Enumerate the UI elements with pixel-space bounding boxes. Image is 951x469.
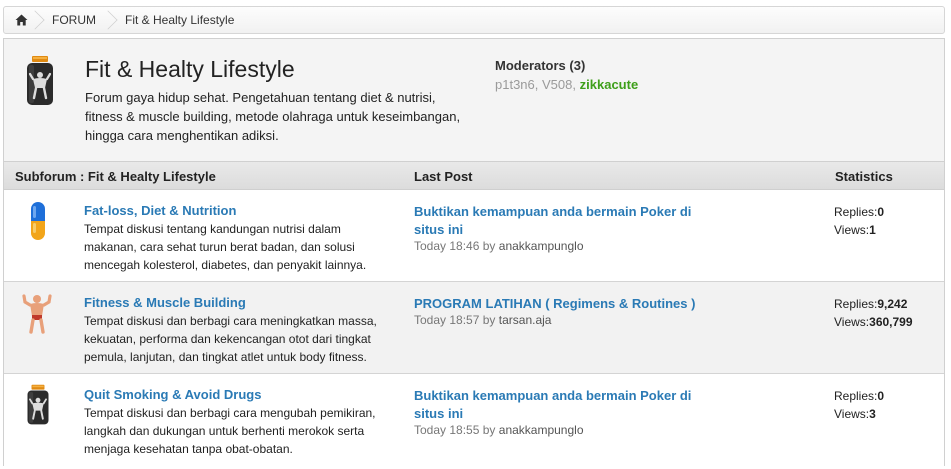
subforum-link[interactable]: Quit Smoking & Avoid Drugs [84, 387, 261, 402]
subforum-description: Tempat diskusi dan berbagi cara meningka… [84, 314, 377, 364]
bodybuilder-jar-icon [27, 56, 53, 105]
bodybuilder-jar-icon [27, 384, 49, 425]
replies-stat: Replies:0 [834, 387, 884, 405]
replies-count: 9,242 [877, 297, 908, 311]
views-count: 3 [869, 407, 876, 421]
table-row: Fat-loss, Diet & Nutrition Tempat diskus… [4, 190, 944, 282]
last-post-by: by [482, 239, 496, 253]
last-post-user[interactable]: anakkampunglo [499, 423, 584, 437]
moderator-link[interactable]: V508 [542, 77, 572, 92]
views-label: Views: [834, 223, 870, 237]
replies-count: 0 [877, 389, 885, 403]
last-post-meta: Today 18:55 by anakkampunglo [414, 423, 584, 437]
replies-stat: Replies:9,242 [834, 295, 913, 313]
column-header-last-post: Last Post [414, 169, 473, 184]
last-post-by: by [482, 423, 496, 437]
moderator-link[interactable]: p1t3n6 [495, 77, 535, 92]
column-header-subforum: Subforum : Fit & Healty Lifestyle [15, 169, 216, 184]
last-post-time: Today 18:57 [414, 313, 480, 327]
subforum-statistics: Replies:0 Views:3 [834, 387, 884, 423]
moderator-separator: , [534, 77, 539, 92]
views-stat: Views:3 [834, 405, 884, 423]
table-row: Fitness & Muscle Building Tempat diskusi… [4, 282, 944, 374]
last-post-link[interactable]: PROGRAM LATIHAN ( Regimens & Routines ) [414, 295, 714, 313]
forum-description: Forum gaya hidup sehat. Pengetahuan tent… [85, 90, 461, 143]
column-header-statistics: Statistics [835, 169, 893, 184]
replies-count: 0 [877, 205, 885, 219]
subforum-description: Tempat diskusi tentang kandungan nutrisi… [84, 222, 367, 272]
breadcrumb-forum-label[interactable]: FORUM [52, 13, 96, 27]
views-count: 360,799 [869, 315, 913, 329]
views-count: 1 [869, 223, 876, 237]
views-label: Views: [834, 407, 870, 421]
breadcrumb-forum[interactable]: FORUM [38, 7, 118, 33]
last-post-meta: Today 18:57 by tarsan.aja [414, 313, 551, 327]
last-post-link[interactable]: Buktikan kemampuan anda bermain Poker di… [414, 387, 714, 423]
subforum-table-header: Subforum : Fit & Healty Lifestyle Last P… [4, 161, 944, 190]
views-stat: Views:1 [834, 221, 884, 239]
forum-header: Fit & Healty Lifestyle Forum gaya hidup … [4, 39, 944, 161]
replies-label: Replies: [834, 389, 878, 403]
last-post-meta: Today 18:46 by anakkampunglo [414, 239, 584, 253]
last-post-link[interactable]: Buktikan kemampuan anda bermain Poker di… [414, 203, 714, 239]
page-title: Fit & Healty Lifestyle [85, 56, 295, 82]
moderator-link[interactable]: zikkacute [580, 77, 639, 92]
forum-panel: Fit & Healty Lifestyle Forum gaya hidup … [3, 38, 945, 466]
breadcrumb-current[interactable]: Fit & Healty Lifestyle [111, 7, 234, 33]
last-post-time: Today 18:55 [414, 423, 480, 437]
last-post-user[interactable]: anakkampunglo [499, 239, 584, 253]
replies-label: Replies: [834, 205, 878, 219]
replies-label: Replies: [834, 297, 878, 311]
subforum-link[interactable]: Fitness & Muscle Building [84, 295, 246, 310]
capsule-icon [31, 202, 45, 240]
breadcrumb-home[interactable] [4, 7, 45, 33]
views-label: Views: [834, 315, 870, 329]
moderator-separator: , [572, 77, 577, 92]
subforum-statistics: Replies:0 Views:1 [834, 203, 884, 239]
breadcrumb: FORUM Fit & Healty Lifestyle [3, 6, 945, 34]
last-post-by: by [482, 313, 496, 327]
table-row: Quit Smoking & Avoid Drugs Tempat diskus… [4, 374, 944, 466]
muscleman-icon [22, 294, 52, 334]
replies-stat: Replies:0 [834, 203, 884, 221]
views-stat: Views:360,799 [834, 313, 913, 331]
moderators-title: Moderators (3) [495, 58, 586, 73]
breadcrumb-current-label[interactable]: Fit & Healty Lifestyle [125, 13, 234, 27]
last-post-time: Today 18:46 [414, 239, 480, 253]
subforum-link[interactable]: Fat-loss, Diet & Nutrition [84, 203, 236, 218]
subforum-description: Tempat diskusi dan berbagi cara mengubah… [84, 406, 376, 456]
moderators-list: p1t3n6, V508, zikkacute [495, 77, 638, 92]
last-post-user[interactable]: tarsan.aja [499, 313, 552, 327]
subforum-statistics: Replies:9,242 Views:360,799 [834, 295, 913, 331]
